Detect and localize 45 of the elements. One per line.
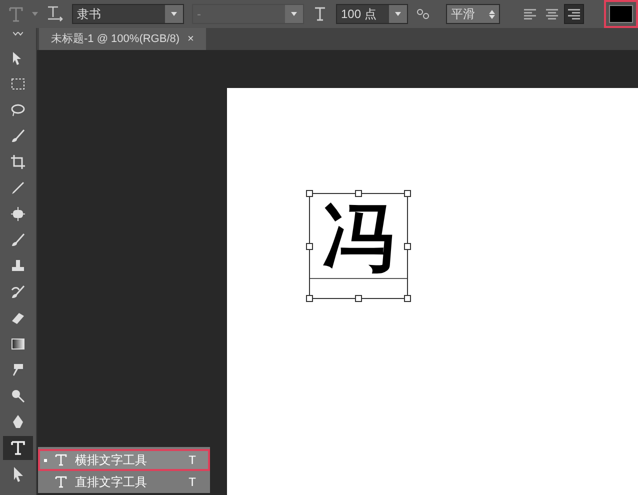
resize-handle[interactable] (404, 243, 411, 250)
type-tool-icon (10, 440, 26, 456)
font-size-dropdown[interactable]: 100 点 (336, 4, 408, 24)
resize-handle[interactable] (404, 190, 411, 197)
antialias-dropdown[interactable]: 平滑 (446, 4, 500, 24)
font-size-icon (312, 6, 328, 22)
caret-icon (291, 12, 297, 16)
history-brush-tool-icon (10, 284, 26, 300)
type-tool-icon (55, 476, 67, 488)
antialias-icon (416, 8, 430, 20)
bandage-tool-icon (10, 206, 26, 222)
resize-handle[interactable] (404, 295, 411, 302)
stamp-tool-icon (10, 258, 26, 274)
crop-tool-icon (10, 154, 26, 170)
align-right-button[interactable] (564, 4, 584, 24)
dodge-tool-icon (10, 388, 26, 404)
caret-icon (395, 12, 401, 16)
text-bounding-box[interactable]: 冯 (309, 193, 408, 299)
align-center-icon (544, 6, 560, 22)
text-color-swatch[interactable] (604, 0, 638, 28)
resize-handle[interactable] (306, 190, 313, 197)
align-left-icon (522, 6, 538, 22)
caret-icon (171, 12, 177, 16)
resize-handle[interactable] (306, 295, 313, 302)
document-tab[interactable]: 未标题-1 @ 100%(RGB/8) × (39, 28, 206, 50)
marquee-tool-icon (10, 76, 26, 92)
brush-tool-icon (10, 232, 26, 248)
menu-item[interactable]: 横排文字工具 T (38, 449, 210, 471)
font-family-dropdown[interactable]: 隶书 (72, 4, 184, 24)
resize-handle[interactable] (355, 190, 362, 197)
menu-item[interactable]: 直排文字工具 T (38, 471, 210, 493)
gradient-tool-icon (10, 336, 26, 352)
type-tool-button[interactable] (3, 436, 33, 460)
eraser-tool-icon (10, 310, 26, 326)
close-icon[interactable]: × (188, 30, 194, 48)
lasso-tool-icon (10, 102, 26, 118)
align-right-icon (566, 6, 582, 22)
collapse-arrows-icon[interactable] (13, 32, 23, 38)
type-tool-icon (55, 454, 67, 466)
brush-tool-icon (10, 128, 26, 144)
text-orientation-icon[interactable] (46, 6, 64, 22)
canvas-text: 冯 (322, 202, 394, 274)
resize-handle[interactable] (355, 295, 362, 302)
resize-handle[interactable] (306, 243, 313, 250)
up-down-caret-icon (489, 10, 495, 18)
